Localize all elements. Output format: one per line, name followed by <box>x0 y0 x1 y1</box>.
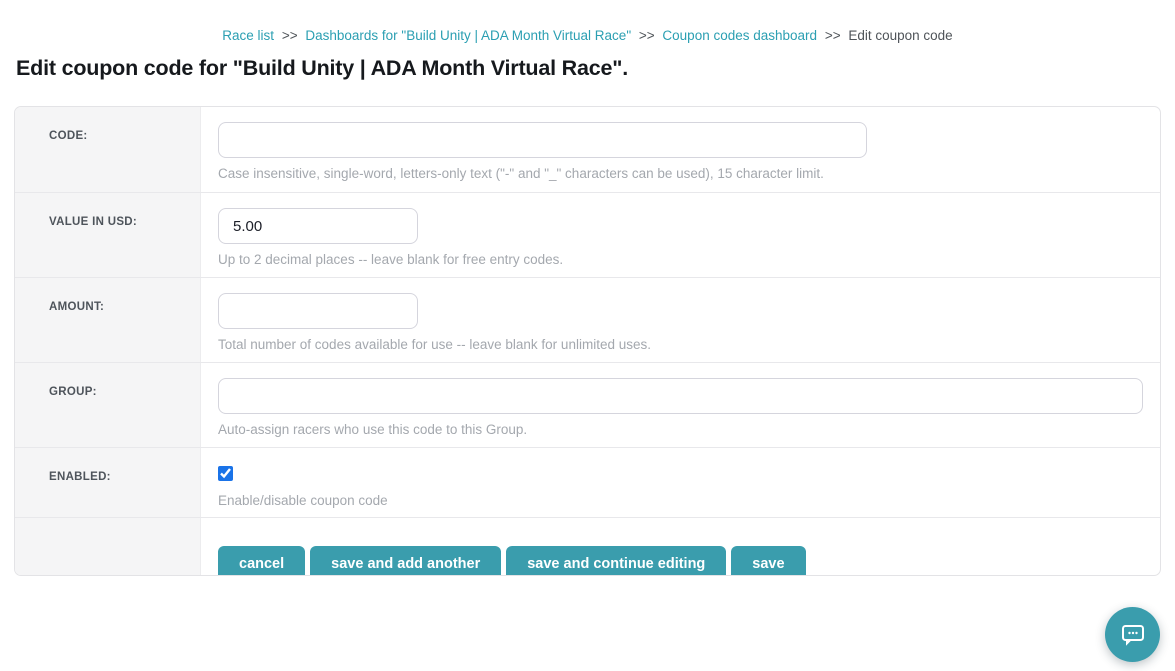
enabled-field-cell: Enable/disable coupon code <box>201 448 1160 517</box>
breadcrumb-link-coupon-dashboard[interactable]: Coupon codes dashboard <box>662 28 817 43</box>
amount-field-cell: Total number of codes available for use … <box>201 278 1160 362</box>
amount-help-text: Total number of codes available for use … <box>218 337 1143 352</box>
enabled-label: ENABLED: <box>49 471 111 483</box>
coupon-edit-form: CODE: Case insensitive, single-word, let… <box>14 106 1161 576</box>
amount-input[interactable] <box>218 293 418 329</box>
form-row-value-in-usd: VALUE IN USD: Up to 2 decimal places -- … <box>15 193 1160 278</box>
enabled-help-text: Enable/disable coupon code <box>218 493 1143 508</box>
form-row-code: CODE: Case insensitive, single-word, let… <box>15 107 1160 193</box>
code-label-cell: CODE: <box>15 107 201 192</box>
amount-label: AMOUNT: <box>49 301 104 313</box>
group-input[interactable] <box>218 378 1143 414</box>
breadcrumb-current: Edit coupon code <box>848 28 952 43</box>
amount-label-cell: AMOUNT: <box>15 278 201 362</box>
value-label-cell: VALUE IN USD: <box>15 193 201 277</box>
save-and-continue-editing-button[interactable]: save and continue editing <box>506 546 726 576</box>
breadcrumb-separator: >> <box>825 28 841 43</box>
chat-launcher-button[interactable] <box>1105 607 1160 662</box>
save-button[interactable]: save <box>731 546 805 576</box>
value-field-cell: Up to 2 decimal places -- leave blank fo… <box>201 193 1160 277</box>
save-and-add-another-button[interactable]: save and add another <box>310 546 501 576</box>
breadcrumb-link-dashboards[interactable]: Dashboards for "Build Unity | ADA Month … <box>305 28 631 43</box>
breadcrumb: Race list >> Dashboards for "Build Unity… <box>0 0 1175 43</box>
enabled-label-cell: ENABLED: <box>15 448 201 517</box>
chat-bubble-icon <box>1120 623 1146 647</box>
group-label: GROUP: <box>49 386 97 398</box>
group-help-text: Auto-assign racers who use this code to … <box>218 422 1143 437</box>
cancel-button[interactable]: cancel <box>218 546 305 576</box>
group-label-cell: GROUP: <box>15 363 201 447</box>
code-input[interactable] <box>218 122 867 158</box>
breadcrumb-link-race-list[interactable]: Race list <box>222 28 274 43</box>
form-row-amount: AMOUNT: Total number of codes available … <box>15 278 1160 363</box>
actions-label-cell <box>15 518 201 575</box>
code-label: CODE: <box>49 130 88 142</box>
page-title: Edit coupon code for "Build Unity | ADA … <box>16 56 1175 81</box>
value-in-usd-help-text: Up to 2 decimal places -- leave blank fo… <box>218 252 1143 267</box>
group-field-cell: Auto-assign racers who use this code to … <box>201 363 1160 447</box>
breadcrumb-separator: >> <box>282 28 298 43</box>
form-row-actions: cancel save and add another save and con… <box>15 518 1160 575</box>
form-row-enabled: ENABLED: Enable/disable coupon code <box>15 448 1160 518</box>
breadcrumb-separator: >> <box>639 28 655 43</box>
value-in-usd-label: VALUE IN USD: <box>49 216 137 228</box>
button-bar: cancel save and add another save and con… <box>218 533 1143 576</box>
code-field-cell: Case insensitive, single-word, letters-o… <box>201 107 1160 192</box>
enabled-checkbox[interactable] <box>218 466 233 481</box>
actions-field-cell: cancel save and add another save and con… <box>201 518 1160 575</box>
value-in-usd-input[interactable] <box>218 208 418 244</box>
code-help-text: Case insensitive, single-word, letters-o… <box>218 166 1143 181</box>
form-row-group: GROUP: Auto-assign racers who use this c… <box>15 363 1160 448</box>
